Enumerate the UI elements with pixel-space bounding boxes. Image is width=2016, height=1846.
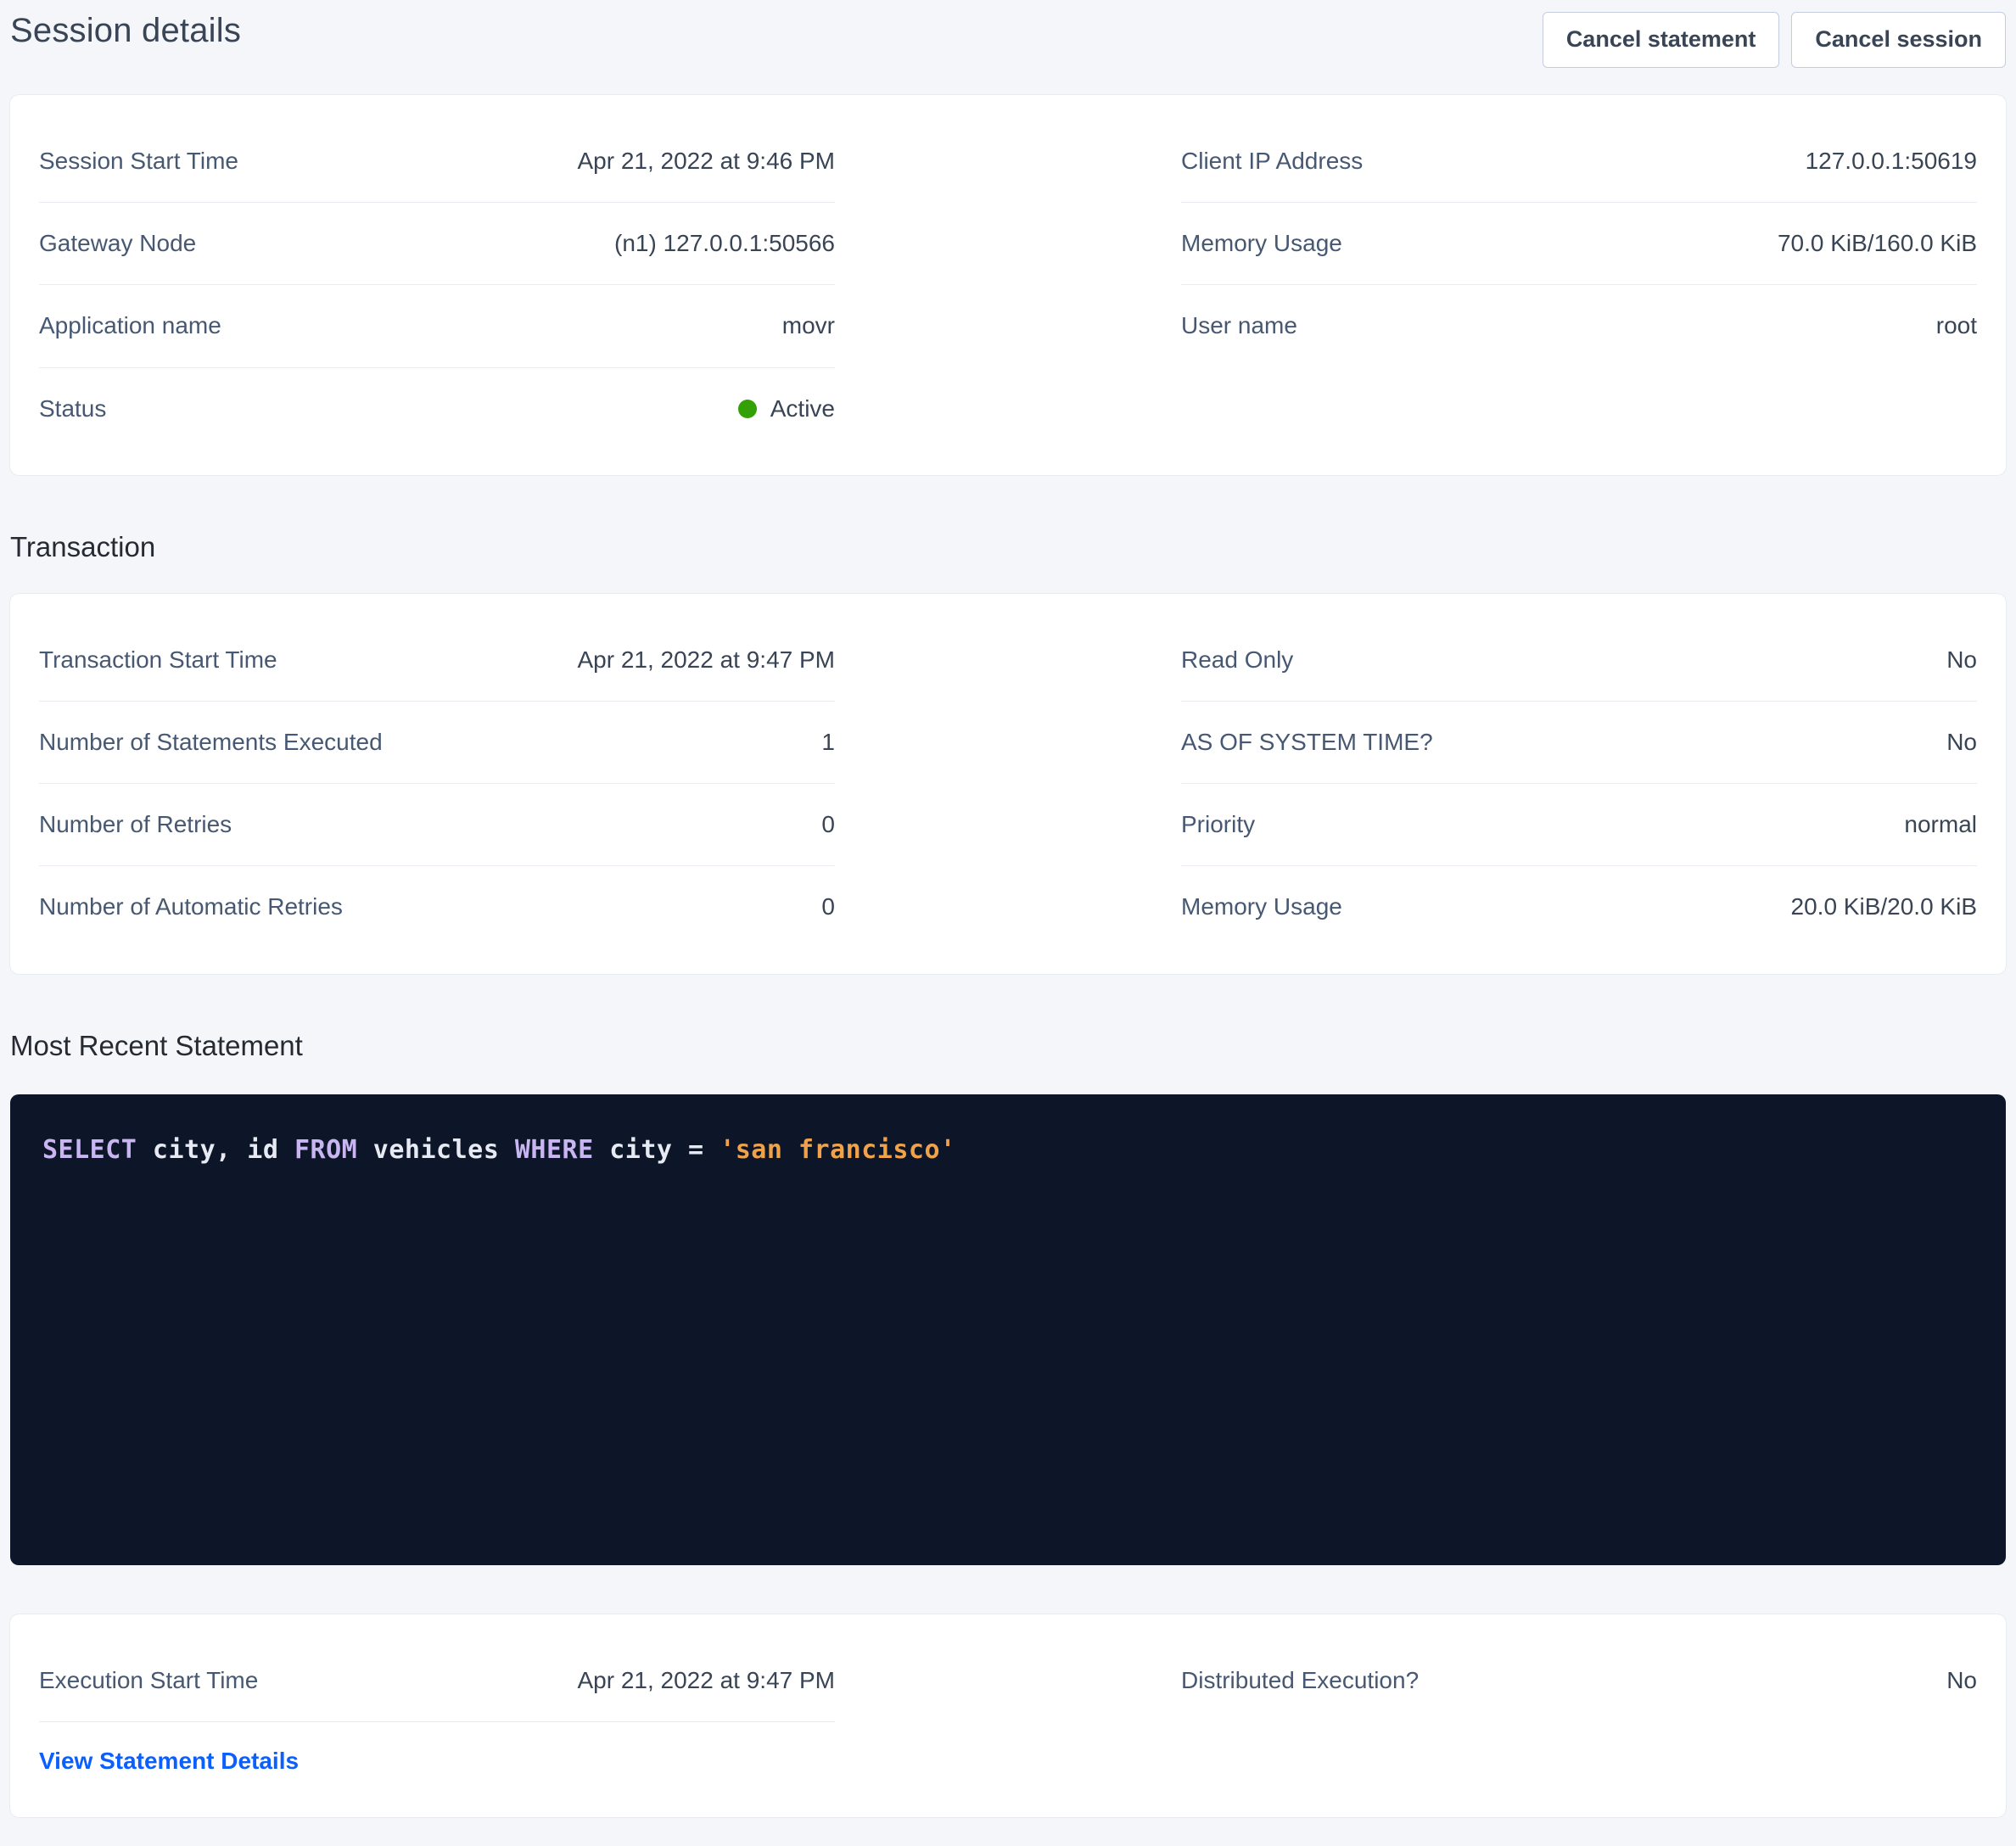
read-only-value: No	[1946, 646, 1977, 674]
transaction-start-time-label: Transaction Start Time	[39, 646, 277, 674]
sql-keyword-from: FROM	[294, 1135, 357, 1165]
status-row: Status Active	[39, 368, 835, 450]
retries-label: Number of Retries	[39, 811, 232, 838]
transaction-memory-usage-value: 20.0 KiB/20.0 KiB	[1791, 893, 1977, 920]
sql-condition: city =	[594, 1135, 720, 1165]
as-of-system-time-row: AS OF SYSTEM TIME? No	[1181, 702, 1977, 784]
status-text: Active	[770, 395, 835, 422]
sql-columns: city, id	[137, 1135, 294, 1165]
statements-executed-value: 1	[821, 729, 835, 756]
statements-executed-row: Number of Statements Executed 1	[39, 702, 835, 784]
client-ip-label: Client IP Address	[1181, 148, 1363, 175]
transaction-memory-usage-label: Memory Usage	[1181, 893, 1342, 920]
execution-card: Execution Start Time Apr 21, 2022 at 9:4…	[10, 1614, 2006, 1817]
page-title: Session details	[10, 12, 241, 50]
transaction-right-column: Read Only No AS OF SYSTEM TIME? No Prior…	[1181, 619, 1977, 948]
gateway-node-link[interactable]: (n1) 127.0.0.1:50566	[614, 230, 835, 257]
status-active-icon	[738, 400, 757, 418]
transaction-memory-usage-row: Memory Usage 20.0 KiB/20.0 KiB	[1181, 866, 1977, 948]
gateway-node-row: Gateway Node (n1) 127.0.0.1:50566	[39, 203, 835, 285]
retries-row: Number of Retries 0	[39, 784, 835, 866]
session-memory-usage-row: Memory Usage 70.0 KiB/160.0 KiB	[1181, 203, 1977, 285]
cancel-statement-button[interactable]: Cancel statement	[1543, 12, 1780, 68]
client-ip-row: Client IP Address 127.0.0.1:50619	[1181, 120, 1977, 203]
priority-row: Priority normal	[1181, 784, 1977, 866]
session-start-time-value: Apr 21, 2022 at 9:46 PM	[577, 148, 835, 175]
as-of-system-time-value: No	[1946, 729, 1977, 756]
read-only-label: Read Only	[1181, 646, 1293, 674]
application-name-label: Application name	[39, 312, 221, 339]
statements-executed-label: Number of Statements Executed	[39, 729, 383, 756]
session-start-time-label: Session Start Time	[39, 148, 238, 175]
sql-statement: SELECT city, id FROM vehicles WHERE city…	[42, 1135, 1974, 1165]
view-statement-details-row: View Statement Details	[39, 1722, 835, 1778]
status-label: Status	[39, 395, 106, 422]
gateway-node-label: Gateway Node	[39, 230, 196, 257]
priority-label: Priority	[1181, 811, 1255, 838]
execution-right-column: Distributed Execution? No	[1181, 1640, 1977, 1778]
session-details-page: Session details Cancel statement Cancel …	[0, 0, 2016, 1817]
retries-value: 0	[821, 811, 835, 838]
execution-start-time-label: Execution Start Time	[39, 1667, 258, 1694]
distributed-execution-row: Distributed Execution? No	[1181, 1640, 1977, 1721]
session-summary-left-column: Session Start Time Apr 21, 2022 at 9:46 …	[39, 120, 835, 450]
automatic-retries-row: Number of Automatic Retries 0	[39, 866, 835, 948]
distributed-execution-label: Distributed Execution?	[1181, 1667, 1419, 1694]
client-ip-value: 127.0.0.1:50619	[1806, 148, 1977, 175]
sql-statement-box: SELECT city, id FROM vehicles WHERE city…	[10, 1094, 2006, 1565]
most-recent-statement-heading: Most Recent Statement	[10, 1030, 2006, 1062]
automatic-retries-value: 0	[821, 893, 835, 920]
page-header: Session details Cancel statement Cancel …	[10, 0, 2006, 85]
execution-left-column: Execution Start Time Apr 21, 2022 at 9:4…	[39, 1640, 835, 1778]
priority-value: normal	[1904, 811, 1977, 838]
transaction-section-heading: Transaction	[10, 531, 2006, 563]
sql-keyword-select: SELECT	[42, 1135, 137, 1165]
status-value: Active	[738, 395, 835, 422]
cancel-session-button[interactable]: Cancel session	[1791, 12, 2006, 68]
view-statement-details-link[interactable]: View Statement Details	[39, 1748, 299, 1774]
application-name-value: movr	[782, 312, 835, 339]
session-start-time-row: Session Start Time Apr 21, 2022 at 9:46 …	[39, 120, 835, 203]
sql-table: vehicles	[357, 1135, 515, 1165]
transaction-start-time-row: Transaction Start Time Apr 21, 2022 at 9…	[39, 619, 835, 702]
application-name-row: Application name movr	[39, 285, 835, 367]
user-name-label: User name	[1181, 312, 1297, 339]
user-name-value: root	[1936, 312, 1977, 339]
execution-start-time-value: Apr 21, 2022 at 9:47 PM	[577, 1667, 835, 1694]
transaction-card: Transaction Start Time Apr 21, 2022 at 9…	[10, 594, 2006, 974]
header-actions: Cancel statement Cancel session	[1543, 12, 2006, 68]
sql-keyword-where: WHERE	[515, 1135, 594, 1165]
transaction-start-time-value: Apr 21, 2022 at 9:47 PM	[577, 646, 835, 674]
transaction-left-column: Transaction Start Time Apr 21, 2022 at 9…	[39, 619, 835, 948]
session-summary-card: Session Start Time Apr 21, 2022 at 9:46 …	[10, 95, 2006, 475]
automatic-retries-label: Number of Automatic Retries	[39, 893, 343, 920]
execution-start-time-row: Execution Start Time Apr 21, 2022 at 9:4…	[39, 1640, 835, 1722]
as-of-system-time-label: AS OF SYSTEM TIME?	[1181, 729, 1433, 756]
distributed-execution-value: No	[1946, 1667, 1977, 1694]
session-memory-usage-value: 70.0 KiB/160.0 KiB	[1778, 230, 1977, 257]
read-only-row: Read Only No	[1181, 619, 1977, 702]
user-name-row: User name root	[1181, 285, 1977, 366]
session-memory-usage-label: Memory Usage	[1181, 230, 1342, 257]
session-summary-right-column: Client IP Address 127.0.0.1:50619 Memory…	[1181, 120, 1977, 450]
sql-string-literal: 'san francisco'	[720, 1135, 955, 1165]
